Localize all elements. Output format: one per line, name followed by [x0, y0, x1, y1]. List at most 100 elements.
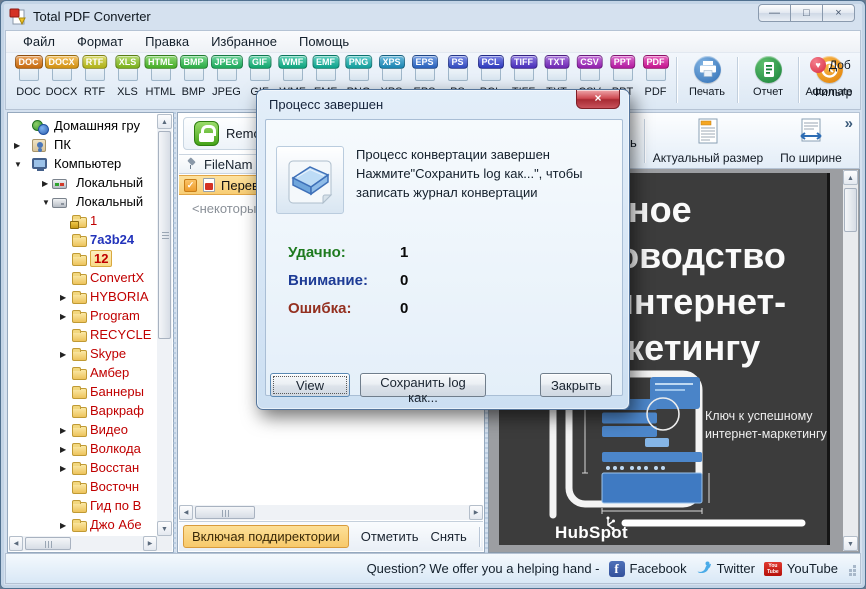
tree-item-label: Локальный — [76, 194, 143, 209]
menu-item-0[interactable]: Файл — [12, 32, 66, 51]
tree-item-0[interactable]: Домашняя гру — [8, 117, 157, 136]
scrollbar-thumb[interactable] — [158, 131, 171, 339]
file-list-bottom-bar: Включая поддиректории Отметить Снять Отм — [179, 521, 483, 551]
disk-icon — [52, 198, 67, 208]
actual-size-button[interactable]: Актуальный размер — [652, 117, 764, 165]
format-button-html[interactable]: HTMLHTML — [144, 55, 177, 98]
stat-label: Удачно: — [288, 244, 400, 261]
tree-horizontal-scrollbar[interactable]: ◀ ▶ — [9, 536, 157, 551]
format-button-jpeg[interactable]: JPEGJPEG — [210, 55, 243, 98]
tree-item-label: Локальный — [76, 175, 143, 190]
format-button-docx[interactable]: DOCXDOCX — [45, 55, 78, 98]
scrollbar-thumb[interactable] — [25, 537, 71, 550]
uncheck-all-button[interactable]: Снять — [430, 529, 466, 544]
tree-item-11[interactable]: RECYCLE — [8, 326, 157, 345]
scroll-up-icon[interactable]: ▲ — [157, 114, 172, 129]
tree-item-5[interactable]: 1 — [8, 212, 157, 231]
report-button[interactable]: Отчет — [742, 55, 794, 98]
tree-item-19[interactable]: Восточн — [8, 478, 157, 497]
close-button[interactable]: × — [822, 4, 855, 22]
collapsed-arrow-icon[interactable]: ▶ — [42, 179, 48, 188]
dialog-body: Процесс конвертации завершен Нажмите"Сох… — [265, 119, 623, 396]
tree-item-10[interactable]: ▶Program — [8, 307, 157, 326]
scroll-right-icon[interactable]: ▶ — [469, 505, 483, 520]
tree-item-16[interactable]: ▶ Видео — [8, 421, 157, 440]
menu-item-4[interactable]: Помощь — [288, 32, 360, 51]
tree-item-2[interactable]: ▼Компьютер — [8, 155, 157, 174]
dialog-close-action-button[interactable]: Закрыть — [540, 373, 612, 397]
collapsed-arrow-icon[interactable]: ▶ — [60, 464, 66, 473]
scroll-up-icon[interactable]: ▲ — [843, 170, 858, 185]
expanded-arrow-icon[interactable]: ▼ — [14, 160, 22, 169]
tree-item-label: Восстан — [90, 460, 139, 475]
tree-item-3[interactable]: ▶ Локальный — [8, 174, 157, 193]
add-favorite-button[interactable]: ♥ Доб — [810, 57, 860, 73]
tree-item-13[interactable]: Амбер — [8, 364, 157, 383]
tree-item-7[interactable]: 12 — [8, 250, 157, 269]
youtube-link[interactable]: You Tube YouTube — [764, 561, 838, 576]
format-button-rtf[interactable]: RTFRTF — [78, 55, 111, 98]
tree-item-9[interactable]: ▶HYBORIA — [8, 288, 157, 307]
format-button-pdf[interactable]: PDFPDF — [639, 55, 672, 98]
fit-width-button[interactable]: По ширине — [770, 117, 852, 165]
tree-item-1[interactable]: ▶ПК — [8, 136, 157, 155]
include-subdirs-toggle[interactable]: Включая поддиректории — [183, 525, 349, 548]
scroll-left-icon[interactable]: ◀ — [9, 536, 23, 551]
scrollbar-thumb[interactable] — [195, 506, 255, 519]
scroll-down-icon[interactable]: ▼ — [157, 521, 172, 536]
folder-icon — [72, 274, 87, 285]
collapsed-arrow-icon[interactable]: ▶ — [60, 445, 66, 454]
tree-item-21[interactable]: ▶Джо Абе — [8, 516, 157, 535]
menu-item-3[interactable]: Избранное — [200, 32, 288, 51]
tree-item-17[interactable]: ▶Волкода — [8, 440, 157, 459]
collapsed-arrow-icon[interactable]: ▶ — [60, 293, 66, 302]
resize-grip[interactable] — [849, 573, 852, 576]
format-button-bmp[interactable]: BMPBMP — [177, 55, 210, 98]
collapsed-arrow-icon[interactable]: ▶ — [60, 312, 66, 321]
check-all-button[interactable]: Отметить — [361, 529, 419, 544]
minimize-button[interactable]: — — [758, 4, 791, 22]
tree-item-14[interactable]: Баннеры — [8, 383, 157, 402]
tree-item-18[interactable]: ▶ Восстан — [8, 459, 157, 478]
hidden-button-label-fragment[interactable]: ь — [630, 135, 637, 150]
collapsed-arrow-icon[interactable]: ▶ — [60, 350, 66, 359]
dialog-close-button[interactable]: × — [576, 90, 620, 109]
maximize-button[interactable]: □ — [790, 4, 823, 22]
menu-item-1[interactable]: Формат — [66, 32, 134, 51]
print-button[interactable]: Печать — [681, 55, 733, 98]
toolbar-overflow-chevron[interactable]: » — [845, 115, 853, 132]
collapsed-arrow-icon[interactable]: ▶ — [14, 141, 20, 150]
tree-vertical-scrollbar[interactable]: ▲ ▼ — [157, 114, 172, 536]
facebook-link[interactable]: f Facebook — [609, 561, 687, 577]
scroll-left-icon[interactable]: ◀ — [179, 505, 193, 520]
view-button[interactable]: View — [270, 373, 350, 397]
tree-item-20[interactable]: Гид по В — [8, 497, 157, 516]
folder-icon — [72, 483, 87, 494]
tree-item-4[interactable]: ▼ Локальный — [8, 193, 157, 212]
tree-item-8[interactable]: ConvertX — [8, 269, 157, 288]
format-button-xls[interactable]: XLSXLS — [111, 55, 144, 98]
preview-vertical-scrollbar[interactable]: ▲ ▼ — [843, 170, 858, 551]
tree-item-12[interactable]: ▶Skype — [8, 345, 157, 364]
checkbox-checked-icon[interactable]: ✓ — [184, 179, 197, 192]
twitter-icon — [696, 560, 712, 577]
folder-icon — [72, 255, 87, 266]
save-log-button[interactable]: Сохранить log как... — [360, 373, 486, 397]
menu-item-2[interactable]: Правка — [134, 32, 200, 51]
dialog-title-bar[interactable]: Процесс завершен — [257, 90, 629, 119]
files-horizontal-scrollbar[interactable]: ◀ ▶ — [179, 505, 483, 520]
format-button-doc[interactable]: DOCDOC — [12, 55, 45, 98]
scroll-right-icon[interactable]: ▶ — [143, 536, 157, 551]
expanded-arrow-icon[interactable]: ▼ — [42, 198, 50, 207]
collapsed-arrow-icon[interactable]: ▶ — [60, 521, 66, 530]
collapsed-arrow-icon[interactable]: ▶ — [60, 426, 66, 435]
tree-item-6[interactable]: 7a3b24 — [8, 231, 157, 250]
twitter-link[interactable]: Twitter — [696, 560, 755, 577]
scroll-down-icon[interactable]: ▼ — [843, 536, 858, 551]
filter-button[interactable]: Фильтр — [810, 85, 860, 99]
tree-item-15[interactable]: Варкраф — [8, 402, 157, 421]
title-bar[interactable]: Total PDF Converter — □ × — [9, 4, 857, 29]
tree-files-splitter[interactable] — [173, 112, 176, 553]
tree-item-label: Видео — [90, 422, 128, 437]
scrollbar-thumb[interactable] — [844, 188, 857, 232]
